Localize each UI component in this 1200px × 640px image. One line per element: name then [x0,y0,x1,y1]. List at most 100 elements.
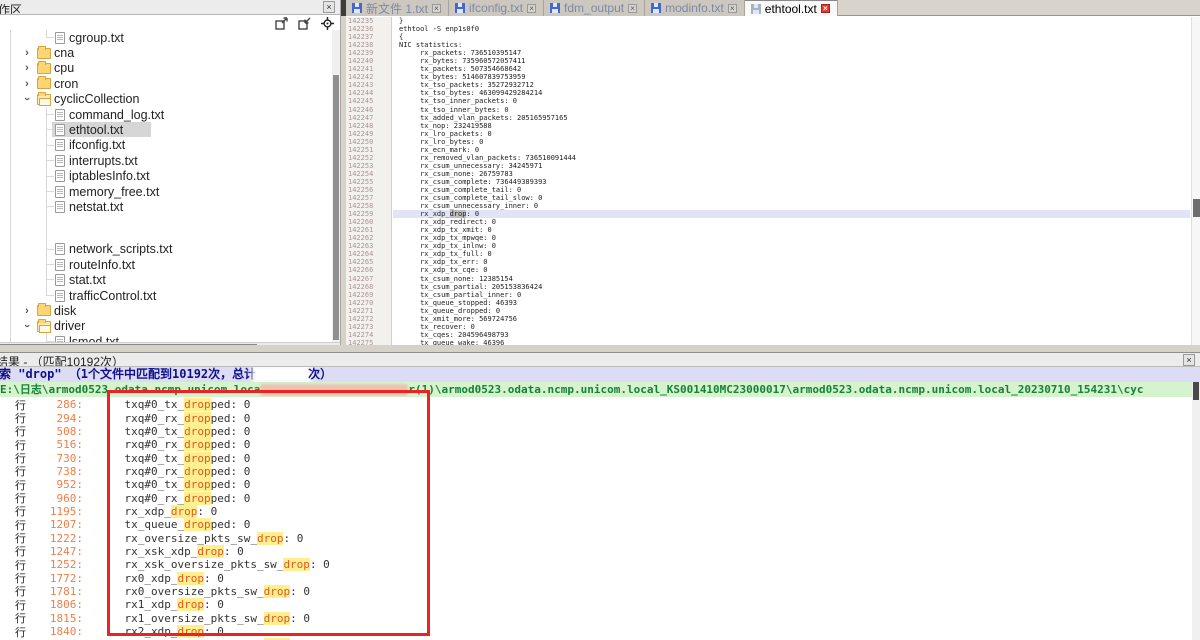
code-area[interactable]: }ethtool -S enp1s0f0{NIC statistics: rx_… [393,17,1190,345]
line-number: 142247 [346,114,391,122]
tab-close-icon[interactable]: × [821,4,830,13]
tab-新文件 1.txt[interactable]: 新文件 1.txt× [346,0,449,16]
save-icon [751,4,761,14]
tree-connector [46,114,54,115]
tree-item-netstat-txt[interactable]: netstat.txt [0,199,332,214]
chevron-icon[interactable]: › [22,321,32,331]
chevron-icon[interactable]: › [22,79,32,89]
tree-item-ethtool-txt[interactable]: ethtool.txt [0,122,332,137]
line-number: 142249 [346,130,391,138]
tab-ifconfig.txt[interactable]: ifconfig.txt × [449,0,544,16]
tree-item-label: lsmod.txt [69,335,119,342]
tree-item-label: disk [54,304,76,318]
line-number: 142238 [346,41,391,49]
file-icon [55,274,65,286]
tree-connector [46,191,54,192]
editor-line: tx_bytes: 514607839753959 [393,73,1190,81]
expand-all-icon[interactable] [275,17,288,31]
line-number: 142268 [346,283,391,291]
editor-line: rx_bytes: 735960572057411 [393,57,1190,65]
results-vertical-scrollbar[interactable] [1192,382,1200,640]
redaction-blur [256,369,308,380]
tree-connector [46,264,54,265]
result-line-number: 1252: [31,558,83,571]
line-number: 142250 [346,138,391,146]
locate-file-icon[interactable] [321,17,334,31]
tree-item-network_scripts-txt[interactable]: network_scripts.txt [0,242,332,257]
horizontal-splitter[interactable] [0,345,1200,352]
tree-item-interrupts-txt[interactable]: interrupts.txt [0,153,332,168]
editor-line: rx_xdp_tx_full: 0 [393,250,1190,258]
result-line-number: 952: [31,478,83,491]
tree-item-cpu[interactable]: ›cpu [0,61,332,76]
editor-vertical-scrollbar[interactable] [1191,17,1200,345]
tree-item-ifconfig-txt[interactable]: ifconfig.txt [0,138,332,153]
chevron-icon[interactable]: › [22,48,32,58]
tree-item-cna[interactable]: ›cna [0,45,332,60]
editor-panel: 新文件 1.txt×ifconfig.txt×fdm_output×modinf… [346,0,1200,345]
line-number: 142253 [346,162,391,170]
result-line-number: 508: [31,425,83,438]
line-number: 142274 [346,331,391,339]
tab-label: modinfo.txt [665,1,724,15]
workspace-vertical-scrollbar[interactable] [332,30,340,342]
chevron-icon[interactable]: › [22,94,32,104]
tab-close-icon[interactable]: × [728,4,737,13]
file-icon [55,170,65,182]
editor-line: tx_xmit_more: 569724756 [393,315,1190,323]
editor-line: tx_tso_inner_packets: 0 [393,97,1190,105]
tree-item-memory_free-txt[interactable]: memory_free.txt [0,184,332,199]
tree-item-command_log-txt[interactable]: command_log.txt [0,107,332,122]
editor-line: rx_xdp_tx_cqe: 0 [393,266,1190,274]
tree-redacted-gap [0,215,332,242]
workspace-title: 夹工作区 [0,1,22,15]
result-line-number: 1207: [31,518,83,531]
save-icon [651,3,661,13]
tree-item-trafficControl-txt[interactable]: trafficControl.txt [0,288,332,303]
line-text: rx_xdp_ [399,210,450,218]
tree-item-label: stat.txt [69,273,106,287]
tab-label: ethtool.txt [765,2,817,16]
editor-line: rx_xdp_redirect: 0 [393,218,1190,226]
line-number: 142266 [346,266,391,274]
scrollbar-thumb[interactable] [333,75,339,340]
search-summary-line[interactable]: 搜索 "drop" （1个文件中匹配到10192次，总计次） [0,367,1200,382]
editor-line: ethtool -S enp1s0f0 [393,25,1190,33]
tree-item-driver[interactable]: ›driver [0,319,332,334]
tree-item-routeInfo-txt[interactable]: routeInfo.txt [0,257,332,272]
line-number: 142255 [346,178,391,186]
tab-close-icon[interactable]: × [432,4,441,13]
save-icon [352,3,362,13]
tab-close-icon[interactable]: × [527,4,536,13]
tree-item-iptablesInfo-txt[interactable]: iptablesInfo.txt [0,169,332,184]
tree-item-lsmod-txt[interactable]: lsmod.txt [0,334,332,342]
editor-line: rx_xdp_drop: 0 [393,210,1190,218]
tab-close-icon[interactable]: × [628,4,637,13]
tab-label: ifconfig.txt [469,1,523,15]
file-icon [55,109,65,121]
results-close-icon[interactable]: × [1183,354,1195,366]
tree-item-cron[interactable]: ›cron [0,76,332,91]
save-icon [550,3,560,13]
workspace-close-icon[interactable]: × [323,1,335,13]
workspace-titlebar: 夹工作区 × [0,0,340,15]
line-number: 142270 [346,299,391,307]
tab-fdm_output[interactable]: fdm_output × [544,0,645,16]
tree-item-cyclicCollection[interactable]: ›cyclicCollection [0,92,332,107]
tree-connector [46,160,54,161]
line-number: 142246 [346,106,391,114]
chevron-icon[interactable]: › [22,306,32,316]
line-number: 142245 [346,97,391,105]
search-results-panel: 结果 - （匹配10192次） × 搜索 "drop" （1个文件中匹配到101… [0,352,1200,640]
collapse-all-icon[interactable] [298,17,311,31]
tree-item-cgroup-txt[interactable]: cgroup.txt [0,30,332,45]
tab-ethtool.txt[interactable]: ethtool.txt × [745,0,838,16]
tree-item-stat-txt[interactable]: stat.txt [0,272,332,287]
tree-item-disk[interactable]: › disk [0,303,332,318]
tab-label: fdm_output [564,1,624,15]
scrollbar-thumb[interactable] [1193,199,1200,217]
tab-modinfo.txt[interactable]: modinfo.txt × [645,0,745,16]
scrollbar-thumb[interactable] [1193,382,1199,400]
chevron-icon[interactable]: › [22,63,32,73]
line-number: 142251 [346,146,391,154]
